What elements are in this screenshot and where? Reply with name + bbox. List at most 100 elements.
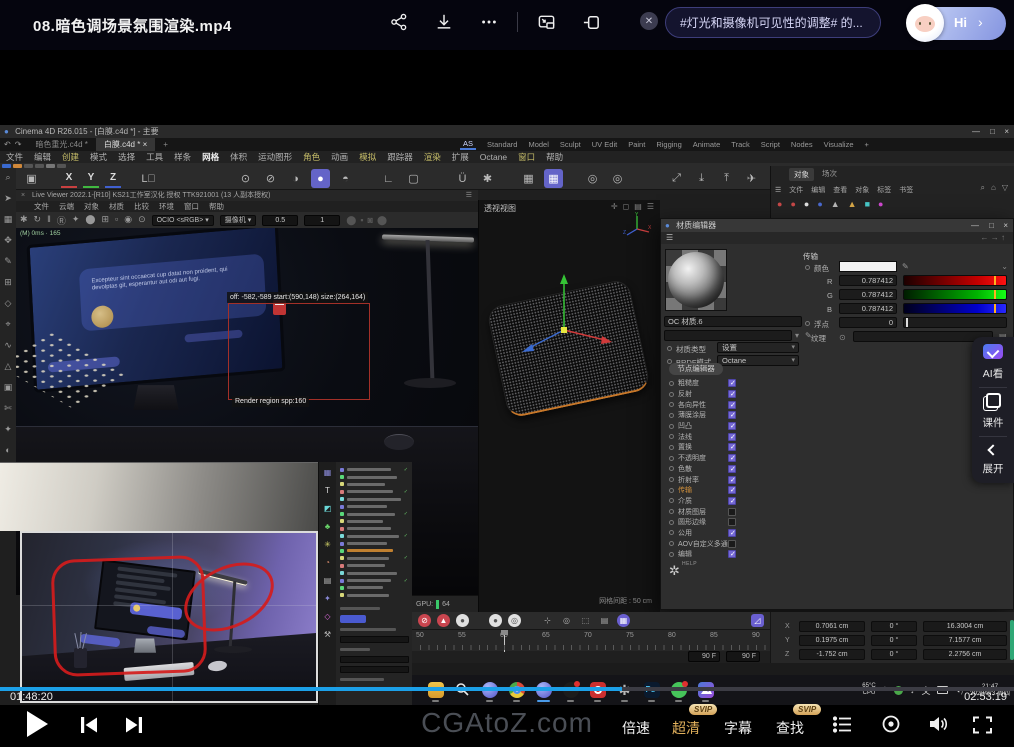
menu-icon[interactable]: ☰	[647, 202, 654, 211]
rgb-value-field[interactable]: 0.787412	[839, 275, 897, 286]
project-button[interactable]	[340, 615, 366, 623]
layout-tab-UV Edit[interactable]: UV Edit	[592, 140, 617, 149]
rgb-value-field[interactable]: 0.787412	[839, 303, 897, 314]
layout-tab-Animate[interactable]: Animate	[693, 140, 721, 149]
channel-row[interactable]: 不透明度	[665, 453, 797, 464]
nav-arrows[interactable]: ← → ↑	[981, 232, 1005, 244]
tool-icon[interactable]: ⌖	[5, 319, 10, 329]
keyframe-icon[interactable]: ◎	[560, 614, 573, 627]
object-row[interactable]	[338, 481, 411, 488]
move-icon[interactable]: ✛	[611, 202, 618, 211]
playlist-icon[interactable]	[833, 716, 852, 738]
toolbar-icon[interactable]: ⊙	[236, 169, 255, 188]
toolbar-icon[interactable]: ◓	[336, 169, 355, 188]
undo-icon[interactable]: ↶	[4, 140, 11, 149]
coord-rotation-field[interactable]: 0 °	[871, 621, 917, 632]
octane-menu-item[interactable]: 比较	[134, 201, 149, 212]
pip-icon[interactable]	[535, 11, 557, 33]
exposure-field[interactable]: 0.5	[262, 215, 298, 226]
texture-field[interactable]	[853, 331, 993, 342]
chart-icon[interactable]: ◿	[751, 614, 764, 627]
coord-size-field[interactable]: 16.3004 cm	[923, 621, 1007, 632]
player-menu-speed[interactable]: 倍速	[622, 718, 650, 738]
keyframe-icon[interactable]: ●	[489, 614, 502, 627]
channel-row[interactable]: 各向异性	[665, 399, 797, 410]
toolbar-icon[interactable]: ▢	[404, 169, 423, 188]
layout-icon[interactable]: ▤	[634, 202, 642, 211]
maximize-icon[interactable]: □	[990, 125, 995, 138]
rgb-slider-r[interactable]	[903, 275, 1007, 286]
channel-row[interactable]: 传输	[665, 485, 797, 496]
octane-tool-icon[interactable]: ↻	[34, 214, 42, 227]
player-menu-subtitle[interactable]: 字幕	[724, 718, 752, 738]
toolbar-icon[interactable]: ▦	[544, 169, 563, 188]
channel-checkbox[interactable]	[728, 540, 736, 548]
menu-item[interactable]: 网格	[202, 151, 219, 163]
help-icon[interactable]: ✲HELP	[669, 563, 680, 579]
object-row[interactable]	[338, 562, 411, 569]
menu-item[interactable]: 渲染	[424, 151, 441, 163]
record-icon[interactable]	[881, 714, 901, 739]
home-icon[interactable]: ⌂	[991, 183, 996, 193]
render-region-rect[interactable]	[228, 303, 370, 400]
layout-tab-Rigging[interactable]: Rigging	[656, 140, 681, 149]
courseware-button[interactable]: 课件	[972, 393, 1014, 430]
channel-row[interactable]: AOV自定义多通道	[665, 538, 797, 549]
scroll-indicator[interactable]	[1010, 620, 1014, 660]
more-icon[interactable]	[478, 11, 500, 33]
object-row[interactable]	[338, 547, 411, 554]
object-row[interactable]	[338, 525, 411, 532]
pick-icon[interactable]: ▪	[360, 215, 363, 226]
filter-icon[interactable]: ▽	[1002, 183, 1008, 193]
coord-position-field[interactable]: 0.1975 cm	[799, 635, 865, 646]
player-menu-find[interactable]: 查找SVIP	[776, 718, 804, 738]
object-row[interactable]	[338, 540, 411, 547]
channel-checkbox[interactable]	[728, 401, 736, 409]
rail-icon[interactable]: ▤	[324, 576, 332, 585]
octane-menu-item[interactable]: 材质	[109, 201, 124, 212]
rgb-value-field[interactable]: 0.787412	[839, 289, 897, 300]
menu-item[interactable]: 模式	[90, 151, 107, 163]
material-ball-icon[interactable]: ●	[817, 199, 822, 209]
channel-row[interactable]: 折射率	[665, 474, 797, 485]
minimize-icon[interactable]: —	[971, 219, 979, 232]
octane-tool-icon[interactable]: ⬤	[85, 214, 95, 227]
tool-icon[interactable]: ⊞	[4, 277, 12, 287]
octane-menu-item[interactable]: 环境	[159, 201, 174, 212]
material-preview[interactable]	[665, 249, 727, 311]
layout-tab-Nodes[interactable]: Nodes	[791, 140, 813, 149]
rail-icon[interactable]: ◇	[324, 612, 330, 621]
toolbar-icon[interactable]: ●	[311, 169, 330, 188]
keyframe-icon[interactable]: ▦	[617, 614, 630, 627]
rail-icon[interactable]: ◔	[325, 558, 330, 567]
menu-item[interactable]: 窗口	[518, 151, 535, 163]
object-row[interactable]	[338, 584, 411, 591]
material-ball-icon[interactable]: ●	[804, 199, 809, 209]
keyframe-icon[interactable]: ⊘	[418, 614, 431, 627]
channel-checkbox[interactable]	[728, 411, 736, 419]
octane-menu-item[interactable]: 对象	[84, 201, 99, 212]
toolbar-icon[interactable]: ✈	[742, 169, 761, 188]
layout-tab-Paint[interactable]: Paint	[628, 140, 645, 149]
frame-field[interactable]: 90 F	[688, 651, 720, 662]
channel-checkbox[interactable]	[728, 454, 736, 462]
cast-icon[interactable]	[580, 11, 602, 33]
toolbar-icon[interactable]: ⊘	[261, 169, 280, 188]
float-slider[interactable]	[903, 317, 1007, 328]
object-row[interactable]	[338, 569, 411, 576]
octane-tool-icon[interactable]: ⊞	[101, 214, 109, 227]
channel-checkbox[interactable]	[728, 486, 736, 494]
playhead[interactable]	[504, 630, 505, 652]
menu-icon[interactable]: ☰	[666, 233, 673, 242]
toolbar-icon[interactable]: ◎	[583, 169, 602, 188]
menu-item[interactable]: 工具	[146, 151, 163, 163]
rail-icon[interactable]: ✳	[324, 540, 331, 549]
toolbar-icon[interactable]: ⤢	[667, 169, 686, 188]
download-icon[interactable]	[433, 11, 455, 33]
frame-field[interactable]: 90 F	[726, 651, 760, 662]
layout-tab-Model[interactable]: Model	[528, 140, 548, 149]
menu-item[interactable]: 帮助	[546, 151, 563, 163]
search-icon[interactable]: ⌕	[981, 183, 985, 193]
material-ball-icon[interactable]: ▲	[848, 199, 857, 209]
channel-checkbox[interactable]	[728, 422, 736, 430]
